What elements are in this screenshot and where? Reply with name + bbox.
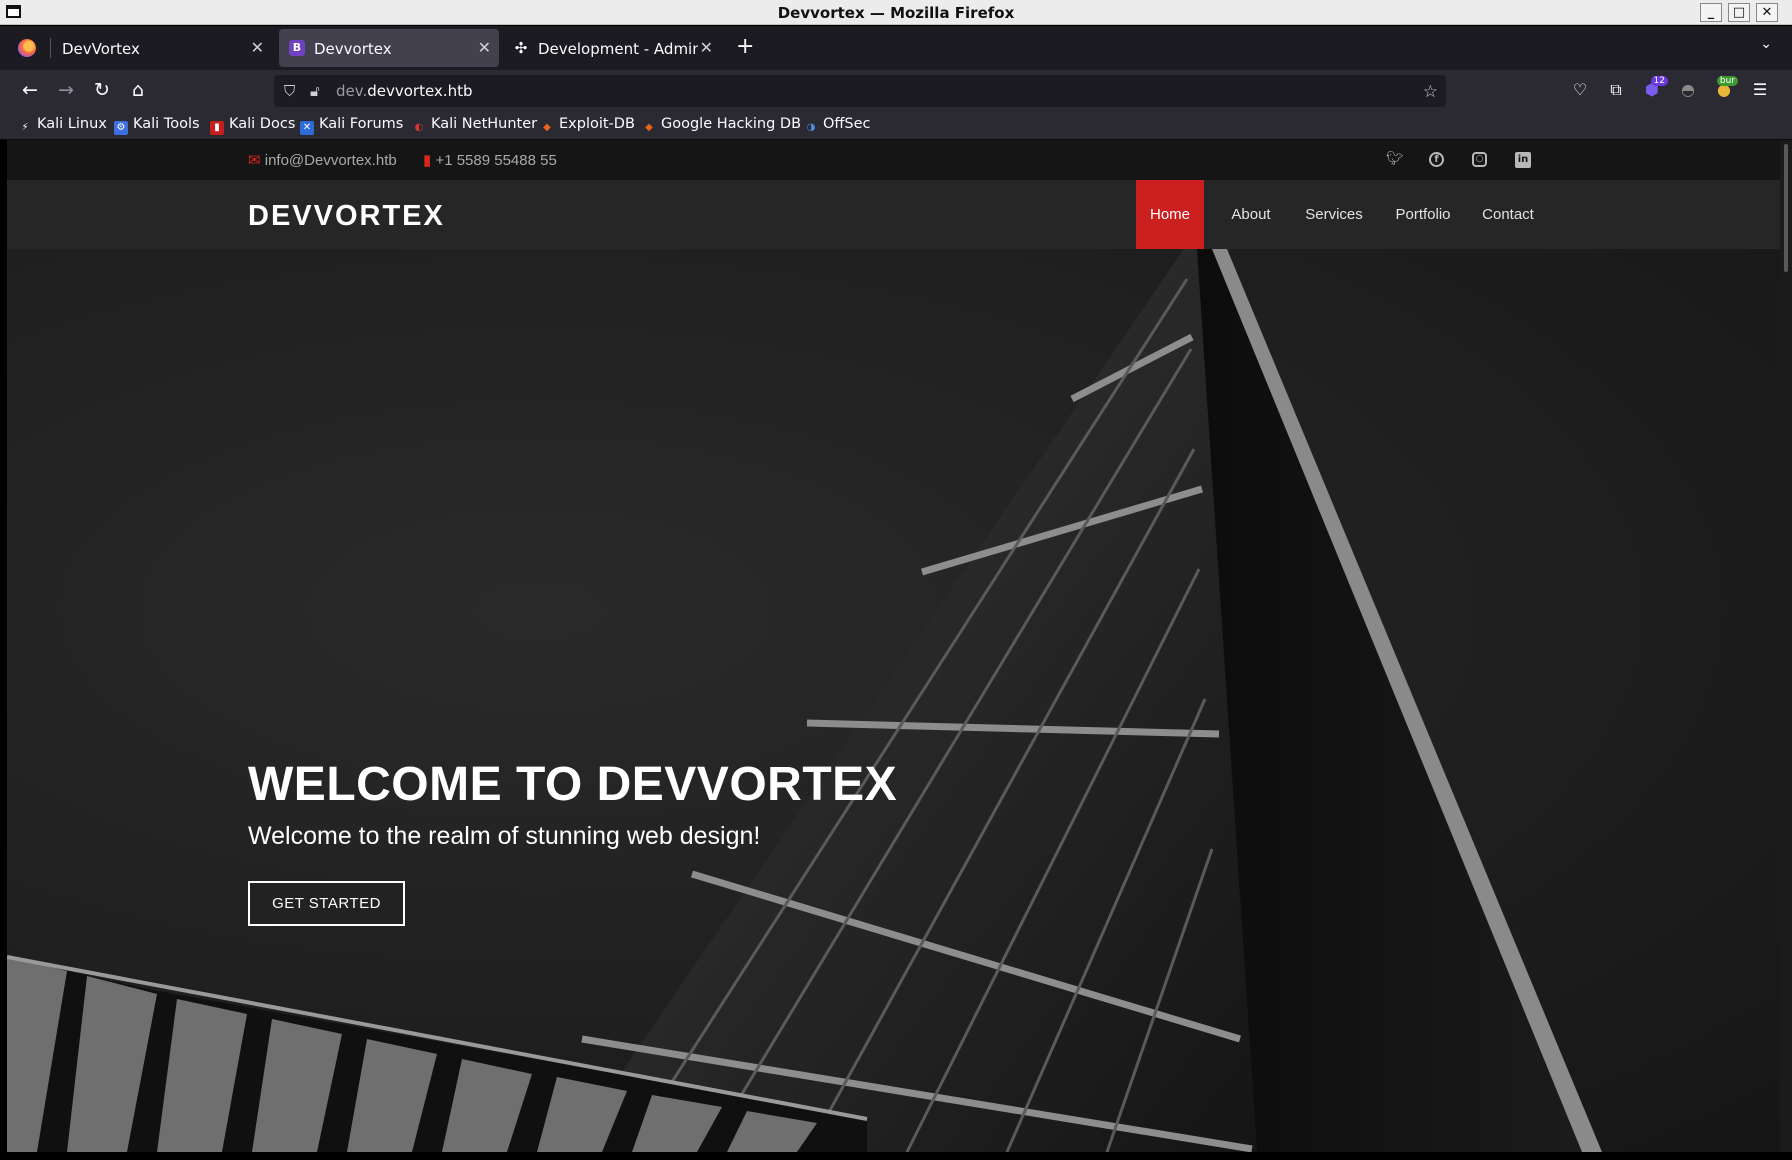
bookmark-exploit-db[interactable]: ◆ Exploit-DB [540, 116, 635, 135]
bookmark-label: Kali Forums [319, 116, 404, 132]
email-text: info@Devvortex.htb [264, 152, 397, 169]
app-menu-hamburger-icon[interactable]: ☰ [1750, 80, 1770, 100]
close-tab-icon[interactable]: ✕ [478, 38, 491, 57]
hero-title: WELCOME TO DEVVORTEX [248, 758, 898, 811]
pocket-icon[interactable]: ♡ [1570, 80, 1590, 100]
url-bar[interactable]: ⛉ 🔓︎ dev.devvortex.htb ☆ [274, 75, 1446, 107]
site-topbar: ✉ info@Devvortex.htb ▮ +1 5589 55488 55 … [7, 140, 1780, 180]
bookmark-label: Google Hacking DB [661, 116, 802, 132]
tab-strip: DevVortex ✕ B Devvortex ✕ ✣ Development … [0, 26, 1792, 70]
building-background-image [7, 249, 1602, 1152]
nav-services[interactable]: Services [1298, 180, 1370, 249]
kali-tools-icon: ⚙ [114, 121, 128, 135]
twitter-icon[interactable]: 🐦︎ [1386, 151, 1404, 169]
bookmark-offsec[interactable]: ◑ OffSec [804, 116, 871, 135]
close-tab-icon[interactable]: ✕ [700, 38, 713, 57]
envelope-icon: ✉ [248, 152, 261, 169]
new-tab-button[interactable]: + [736, 34, 754, 59]
bookmark-kali-tools[interactable]: ⚙ Kali Tools [114, 116, 200, 135]
tracking-shield-icon[interactable]: ⛉ [284, 82, 295, 100]
home-icon[interactable]: ⌂ [126, 79, 150, 101]
scrollbar-thumb[interactable] [1784, 144, 1788, 272]
bookmark-kali-linux[interactable]: ⚡ Kali Linux [18, 116, 107, 135]
tab-devvortex-main[interactable]: DevVortex ✕ [54, 29, 272, 67]
bookmark-kali-nethunter[interactable]: ◐ Kali NetHunter [412, 116, 537, 135]
back-arrow-icon[interactable]: ← [18, 79, 42, 101]
kali-dragon-icon: ⚡ [21, 122, 29, 133]
list-all-tabs-chevron-icon[interactable]: ⌄ [1760, 36, 1772, 52]
bookmark-kali-docs[interactable]: ▮ Kali Docs [210, 116, 295, 135]
window-title: Devvortex — Mozilla Firefox [777, 4, 1015, 22]
nethunter-icon: ◐ [414, 122, 424, 133]
nav-home[interactable]: Home [1136, 180, 1204, 249]
url-subdomain: dev. [336, 82, 368, 100]
reload-icon[interactable]: ↻ [90, 79, 114, 101]
kali-forums-icon: ✕ [300, 121, 314, 135]
bookmark-label: Kali Docs [229, 116, 296, 132]
tab-development-admin[interactable]: ✣ Development - Administr ✕ [503, 29, 721, 67]
facebook-icon[interactable]: f [1429, 152, 1444, 167]
window-bottom-border [0, 1152, 1792, 1160]
url-text[interactable]: dev.devvortex.htb [336, 82, 472, 100]
exploit-db-icon: ◆ [543, 122, 551, 133]
window-titlebar: Devvortex — Mozilla Firefox _ □ ✕ [0, 0, 1792, 25]
bookmark-label: Kali NetHunter [431, 116, 538, 132]
ghdb-icon: ◆ [645, 122, 653, 133]
maximize-button[interactable]: □ [1728, 3, 1750, 22]
burp-proxy-icon[interactable]: ● bur [1714, 76, 1738, 100]
hero-subtitle: Welcome to the realm of stunning web des… [248, 822, 761, 850]
forward-arrow-icon[interactable]: → [54, 79, 78, 101]
tab-label: DevVortex [62, 40, 140, 58]
linkedin-icon[interactable]: in [1515, 152, 1531, 168]
extensions-puzzle-icon[interactable]: ⧉ [1606, 80, 1626, 100]
close-window-button[interactable]: ✕ [1756, 3, 1778, 22]
get-started-button[interactable]: GET STARTED [248, 881, 405, 926]
burp-label: bur [1716, 76, 1738, 86]
bootstrap-favicon-icon: B [289, 40, 305, 56]
phone-icon: ▮ [423, 152, 432, 169]
nav-about[interactable]: About [1221, 180, 1281, 249]
insecure-lock-icon[interactable]: 🔓︎ [310, 82, 320, 100]
navigation-toolbar: ← → ↻ ⌂ ⛉ 🔓︎ dev.devvortex.htb ☆ ♡ ⧉ ⬢ 12… [0, 70, 1792, 112]
bookmark-kali-forums[interactable]: ✕ Kali Forums [300, 116, 403, 135]
tab-label: Devvortex [314, 40, 392, 58]
bookmark-label: Exploit-DB [559, 116, 635, 132]
hat-extension-icon[interactable]: ◓ [1678, 80, 1698, 100]
joomla-favicon-icon: ✣ [514, 39, 528, 57]
nav-portfolio[interactable]: Portfolio [1386, 180, 1460, 249]
bookmark-label: OffSec [823, 116, 871, 132]
page-scrollbar[interactable] [1780, 140, 1792, 1152]
offsec-icon: ◑ [806, 122, 816, 133]
bookmark-label: Kali Linux [37, 116, 107, 132]
tab-devvortex-dev[interactable]: B Devvortex ✕ [279, 29, 499, 67]
web-page: ✉ info@Devvortex.htb ▮ +1 5589 55488 55 … [7, 140, 1780, 1152]
phone-contact: ▮ +1 5589 55488 55 [423, 151, 557, 169]
close-tab-icon[interactable]: ✕ [251, 38, 264, 57]
instagram-icon[interactable]: ○ [1472, 152, 1487, 167]
bookmark-label: Kali Tools [133, 116, 200, 132]
nav-contact[interactable]: Contact [1476, 180, 1540, 249]
shield-extension-icon[interactable]: ⬢ 12 [1642, 76, 1668, 100]
minimize-button[interactable]: _ [1700, 3, 1722, 22]
site-logo[interactable]: DEVVORTEX [248, 200, 445, 233]
bookmark-star-icon[interactable]: ☆ [1423, 82, 1438, 102]
site-header: DEVVORTEX Home About Services Portfolio … [7, 180, 1780, 249]
tab-separator [50, 38, 51, 58]
tab-label: Development - Administr [538, 40, 698, 58]
extension-badge: 12 [1650, 76, 1668, 86]
firefox-view-icon[interactable] [18, 39, 36, 57]
bookmarks-toolbar: ⚡ Kali Linux ⚙ Kali Tools ▮ Kali Docs ✕ Kali… [0, 112, 1792, 140]
hero-section: WELCOME TO DEVVORTEX Welcome to the real… [7, 249, 1780, 1152]
phone-text: +1 5589 55488 55 [435, 152, 557, 169]
bookmark-google-hacking-db[interactable]: ◆ Google Hacking DB [642, 116, 801, 135]
kali-docs-icon: ▮ [210, 121, 224, 135]
email-contact[interactable]: ✉ info@Devvortex.htb [248, 151, 397, 169]
url-domain: devvortex.htb [367, 82, 473, 100]
